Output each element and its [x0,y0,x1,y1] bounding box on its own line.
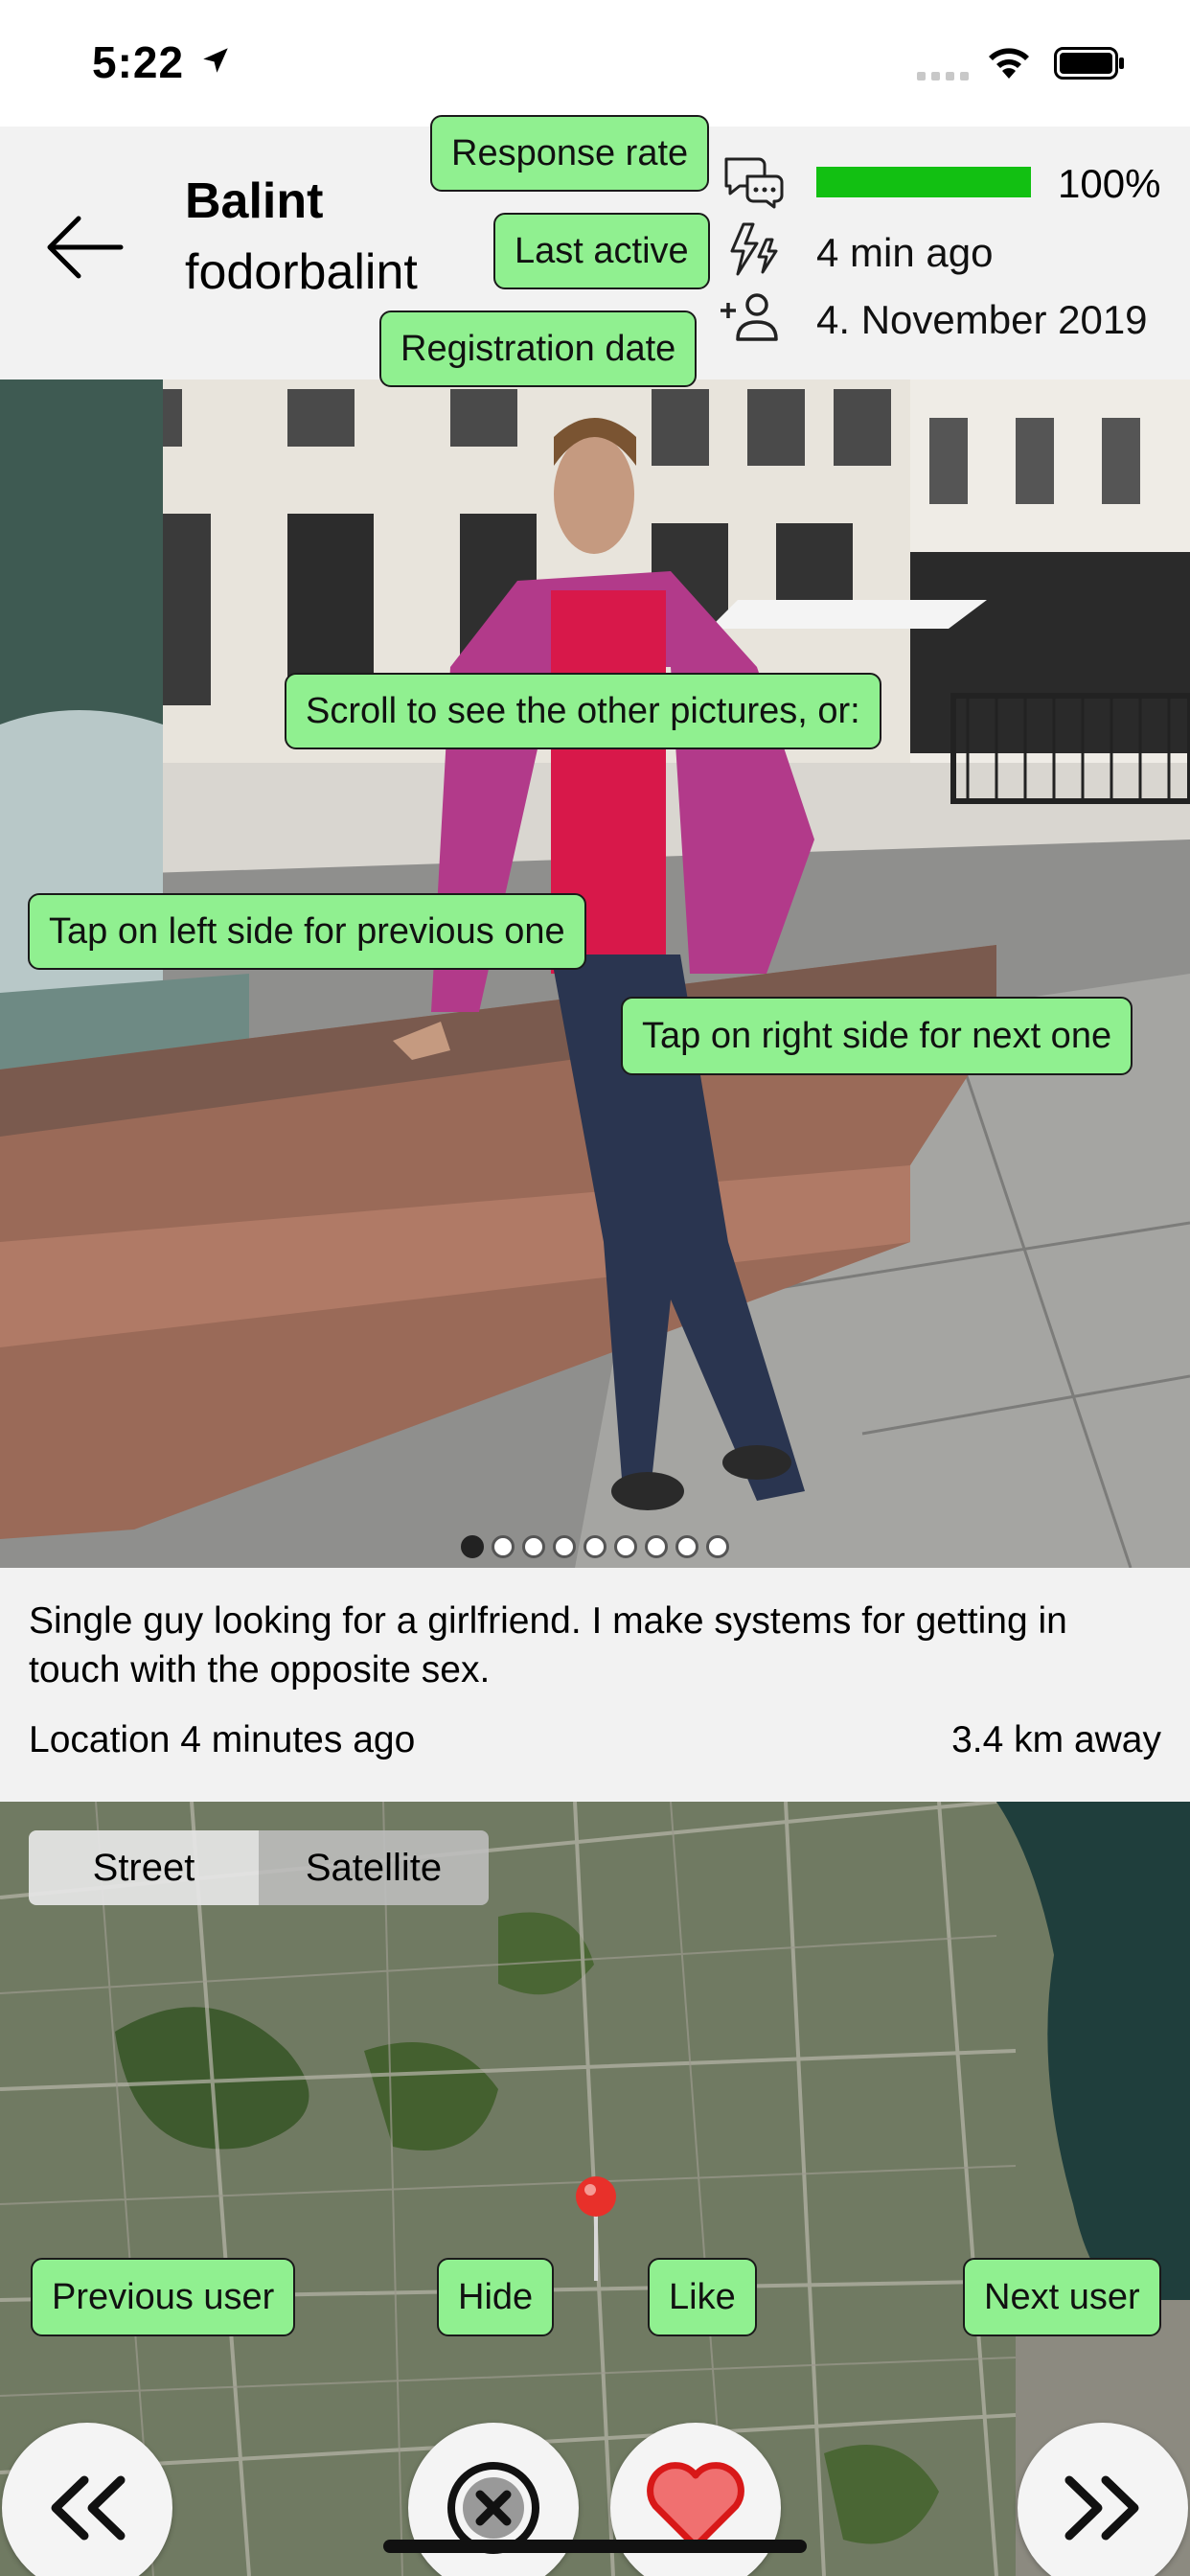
photo-page-dot[interactable] [461,1535,484,1558]
profile-photo[interactable] [0,380,1190,1568]
location-map[interactable]: Street Satellite [0,1802,1190,2576]
bio-text: Single guy looking for a girlfriend. I m… [29,1600,1067,1690]
map-type-satellite[interactable]: Satellite [259,1830,489,1905]
tooltip-next-user: Next user [963,2258,1161,2336]
photo-page-dot[interactable] [645,1535,668,1558]
tooltip-like: Like [648,2258,757,2336]
photo-page-dot[interactable] [492,1535,515,1558]
tooltip-last-active: Last active [493,213,710,289]
photo-page-dot[interactable] [614,1535,637,1558]
tooltip-previous-user: Previous user [31,2258,296,2336]
status-time: 5:22 [92,37,185,87]
map-type-street[interactable]: Street [29,1830,259,1905]
registration-date-value: 4. November 2019 [816,297,1148,342]
map-type-toggle: Street Satellite [29,1830,489,1905]
user-handle: fodorbalint [185,244,418,300]
photo-page-indicator [0,1535,1190,1558]
tooltip-scroll-pictures: Scroll to see the other pictures, or: [285,673,881,749]
arrow-left-icon[interactable] [44,211,125,284]
profile-description: Single guy looking for a girlfriend. I m… [0,1568,1190,1802]
photo-page-dot[interactable] [553,1535,576,1558]
add-person-icon [721,293,778,341]
status-bar: 5:22 [0,0,1190,126]
tooltip-tap-right: Tap on right side for next one [621,997,1133,1075]
last-active-value: 4 min ago [816,230,994,275]
response-rate-fill [816,167,1031,197]
response-rate-value: 100% [1058,161,1161,206]
photo-page-dot[interactable] [706,1535,729,1558]
double-chevron-right-icon [1064,2475,1139,2541]
tooltip-response-rate: Response rate [430,115,710,192]
photo-image [0,380,1190,1568]
tooltip-registration-date: Registration date [379,310,698,387]
distance: 3.4 km away [951,1719,1161,1760]
user-name: Balint [185,173,324,229]
signal-icon [917,72,969,80]
map-pin-icon [576,2176,616,2281]
location-arrow-icon [203,48,228,73]
home-indicator [383,2540,807,2553]
tooltip-hide: Hide [437,2258,555,2336]
lightning-icon [730,222,778,276]
response-rate-bar [816,167,1031,197]
wifi-icon [989,48,1029,79]
photo-page-dot[interactable] [675,1535,698,1558]
location-time: Location 4 minutes ago [29,1719,416,1760]
photo-page-dot[interactable] [522,1535,545,1558]
tooltip-tap-left: Tap on left side for previous one [28,893,586,970]
photo-page-dot[interactable] [584,1535,606,1558]
chat-bubbles-icon [724,157,784,209]
battery-icon [1054,47,1124,80]
double-chevron-left-icon [51,2475,126,2541]
